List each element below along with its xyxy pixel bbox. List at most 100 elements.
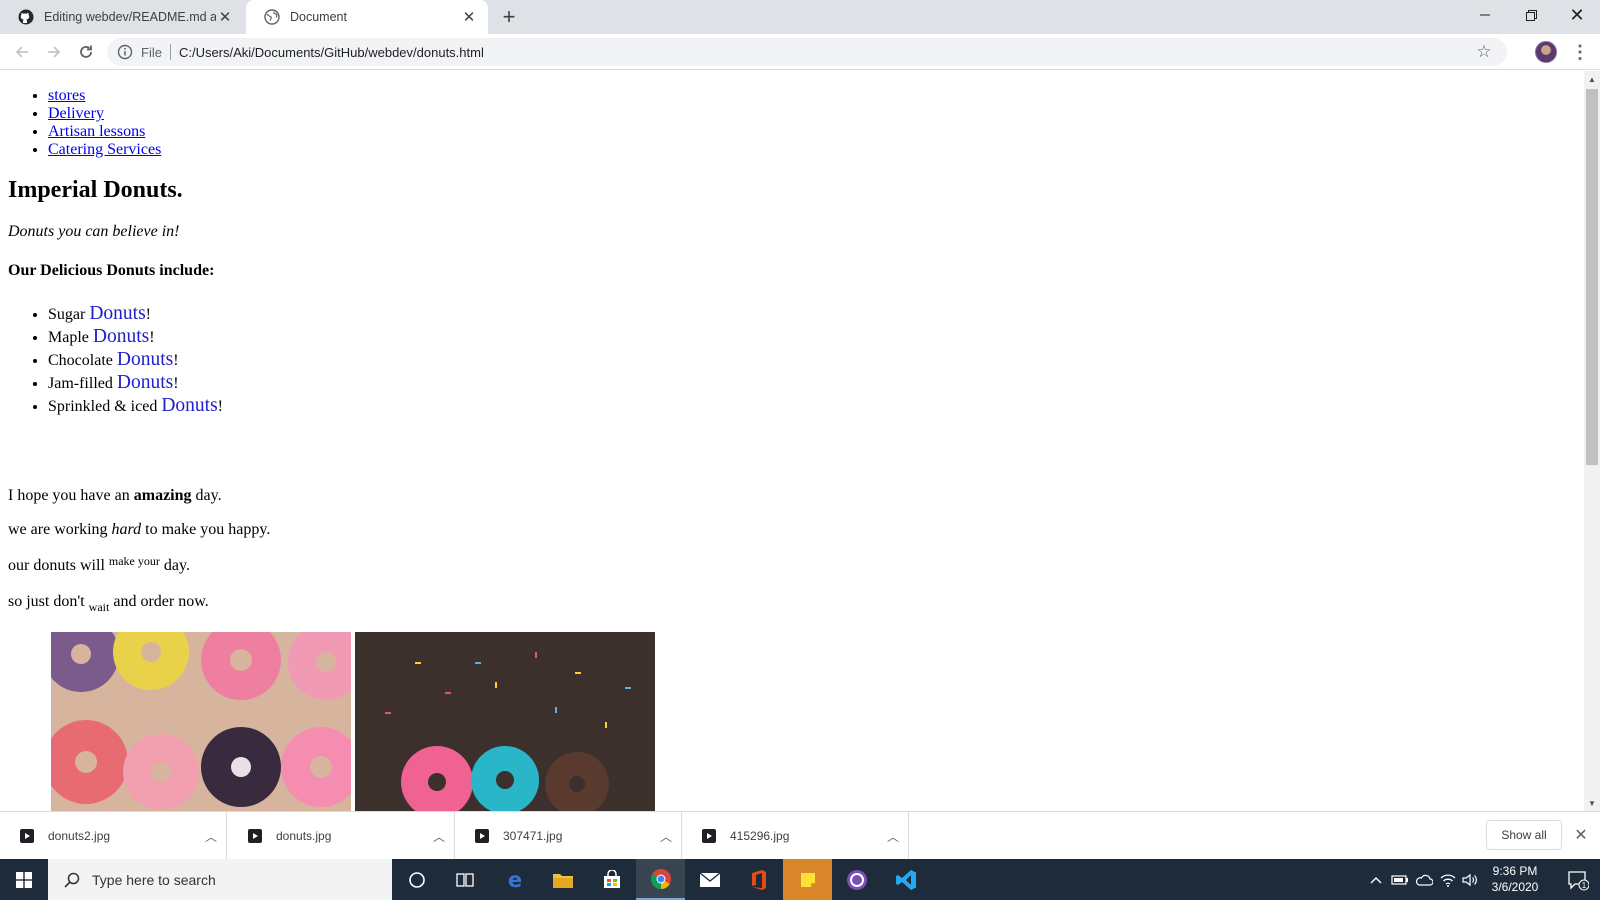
tab-close-icon[interactable]: ✕ [216,8,234,26]
info-icon[interactable] [117,44,133,60]
reload-icon[interactable] [73,39,99,65]
shelf-close-icon[interactable]: ✕ [1571,825,1591,845]
notification-count: 1 [1582,881,1587,890]
donut-suffix: ! [217,398,223,415]
text: to make you happy. [141,521,271,538]
chevron-up-icon[interactable]: ︿ [196,828,226,845]
nav-link-stores[interactable]: stores [48,87,85,104]
list-item: Artisan lessons [48,123,161,141]
show-all-button[interactable]: Show all [1486,820,1562,850]
mail-icon[interactable] [685,859,734,900]
donut-type: Chocolate [48,352,117,369]
chevron-up-icon[interactable] [1367,859,1385,900]
notification-center-icon[interactable]: 1 [1558,859,1598,900]
task-view-icon[interactable] [440,859,489,900]
scrollbar-thumb[interactable] [1586,89,1598,465]
clock-date: 3/6/2020 [1491,880,1539,894]
download-item[interactable]: 415296.jpg ︿ [682,812,909,860]
list-item: Catering Services [48,141,161,159]
tab-document[interactable]: Document ✕ [246,0,488,34]
donut-type: Jam-filled [48,375,117,392]
download-item[interactable]: donuts2.jpg ︿ [0,812,227,860]
donut-type: Sprinkled & iced [48,398,162,415]
forward-arrow-icon[interactable] [41,39,67,65]
window-close-icon[interactable]: ✕ [1554,0,1600,30]
donut-type: Sugar [48,306,90,323]
download-item[interactable]: 307471.jpg ︿ [455,812,682,860]
list-item: Sugar Donuts! [48,302,223,325]
tab-readme[interactable]: Editing webdev/README.md at m ✕ [0,0,244,34]
bookmark-star-icon[interactable]: ☆ [1475,42,1493,61]
image-file-icon [473,827,491,845]
scroll-up-icon[interactable]: ▲ [1584,71,1600,87]
cortana-icon[interactable] [392,859,441,900]
globe-icon [264,9,280,25]
nav-link-delivery[interactable]: Delivery [48,105,104,122]
text: and order now. [109,593,209,610]
donut-word: Donuts [92,326,150,347]
sticky-notes-icon[interactable] [783,859,832,900]
github-icon [18,9,34,25]
minimize-icon[interactable] [1462,0,1508,30]
donut-word: Donuts [116,349,174,370]
chevron-up-icon[interactable]: ︿ [424,828,454,845]
tab-title: Editing webdev/README.md at m [44,10,216,24]
donut-list: Sugar Donuts! Maple Donuts! Chocolate Do… [48,302,223,417]
office-icon[interactable] [734,859,783,900]
onedrive-icon[interactable] [1413,859,1435,900]
windows-taskbar: Type here to search e 9:36 PM 3/6/2020 1 [0,859,1600,900]
page-title: Imperial Donuts. [8,177,183,203]
chevron-up-icon[interactable]: ︿ [878,828,908,845]
search-icon [62,870,82,890]
page-scrollbar[interactable]: ▲ ▼ [1584,71,1600,811]
vscode-icon[interactable] [881,859,930,900]
scroll-down-icon[interactable]: ▼ [1584,795,1600,811]
restore-icon[interactable] [1508,0,1554,30]
list-item: stores [48,87,161,105]
profile-avatar[interactable] [1535,41,1557,63]
donut-suffix: ! [173,352,179,369]
chevron-up-icon[interactable]: ︿ [651,828,681,845]
bold-text: amazing [133,487,192,504]
list-item: Jam-filled Donuts! [48,371,223,394]
kebab-menu-icon[interactable]: ⋮ [1570,41,1590,63]
tagline: Donuts you can believe in! [8,223,180,240]
list-item: Chocolate Donuts! [48,348,223,371]
file-explorer-icon[interactable] [538,859,587,900]
download-filename: 307471.jpg [503,829,563,843]
download-filename: donuts2.jpg [48,829,111,843]
browser-toolbar: File C:/Users/Aki/Documents/GitHub/webde… [0,34,1600,70]
new-tab-button[interactable]: + [497,4,521,29]
clock-time: 9:36 PM [1492,864,1538,878]
nav-link-artisan-lessons[interactable]: Artisan lessons [48,123,145,140]
donut-type: Maple [48,329,93,346]
page-viewport: stores Delivery Artisan lessons Catering… [0,71,1584,811]
text: we are working [8,521,112,538]
chrome-icon[interactable] [636,859,685,900]
wifi-icon[interactable] [1437,859,1459,900]
search-placeholder: Type here to search [92,871,216,888]
tab-close-icon[interactable]: ✕ [460,8,478,26]
svg-text:e: e [507,869,521,891]
image-file-icon [246,827,264,845]
battery-icon[interactable] [1389,859,1411,900]
download-item[interactable]: donuts.jpg ︿ [228,812,455,860]
text: I hope you have an [8,487,134,504]
donut-suffix: ! [173,375,179,392]
paragraph-make-your-day: our donuts will make your day. [8,555,190,575]
edge-browser-icon[interactable]: e [490,859,539,900]
taskbar-clock[interactable]: 9:36 PM 3/6/2020 [1474,863,1556,895]
microsoft-store-icon[interactable] [587,859,636,900]
address-separator [169,44,171,60]
donuts-photo-assorted [51,632,351,811]
donuts-photo-sprinkles [355,632,655,811]
windows-start-icon[interactable] [0,859,48,900]
taskbar-search-box[interactable]: Type here to search [48,859,392,900]
download-filename: donuts.jpg [276,829,332,843]
donut-word: Donuts [116,372,174,393]
address-url[interactable]: C:/Users/Aki/Documents/GitHub/webdev/don… [179,45,484,60]
nav-link-catering[interactable]: Catering Services [48,141,161,158]
app-icon-purple[interactable] [832,859,881,900]
back-arrow-icon[interactable] [9,39,35,65]
address-bar[interactable]: File C:/Users/Aki/Documents/GitHub/webde… [107,38,1507,66]
